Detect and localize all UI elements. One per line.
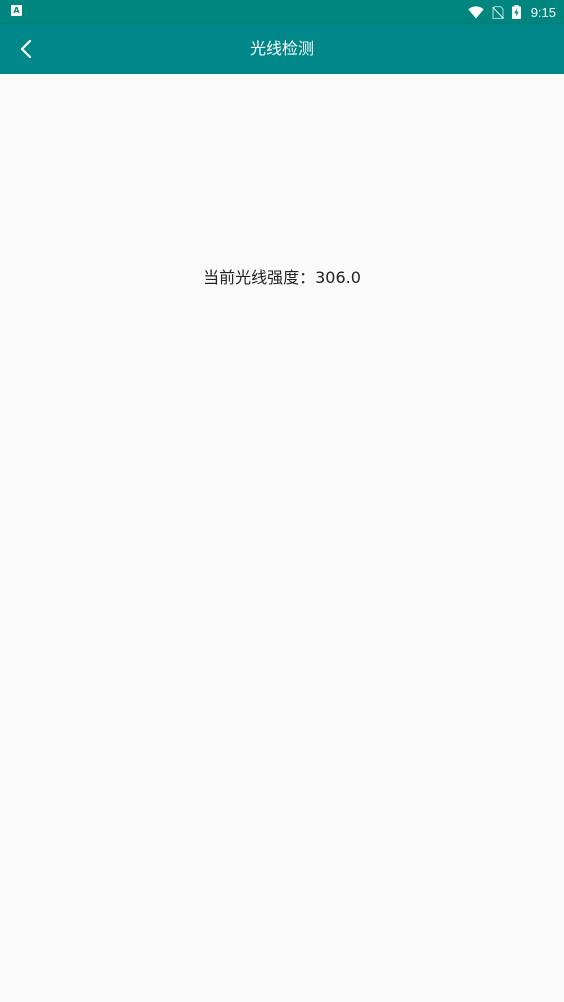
light-intensity-reading: 当前光线强度：306.0 xyxy=(0,264,564,288)
light-intensity-value: 306.0 xyxy=(315,268,361,287)
notification-icon-letter: A xyxy=(13,5,20,15)
clock: 9:15 xyxy=(530,4,556,20)
app-notification-icon: A xyxy=(11,5,22,16)
chevron-left-icon xyxy=(20,39,32,59)
back-button[interactable] xyxy=(8,31,44,67)
main-content: 当前光线强度：306.0 xyxy=(0,74,564,1002)
wifi-icon xyxy=(467,5,484,18)
status-bar: A 9:15 xyxy=(0,0,564,24)
light-intensity-label: 当前光线强度： xyxy=(203,268,316,287)
no-sim-icon xyxy=(491,5,504,19)
battery-charging-icon xyxy=(511,5,521,19)
app-bar: 光线检测 xyxy=(0,24,564,74)
page-title: 光线检测 xyxy=(249,39,314,58)
status-icons: 9:15 xyxy=(467,0,556,24)
